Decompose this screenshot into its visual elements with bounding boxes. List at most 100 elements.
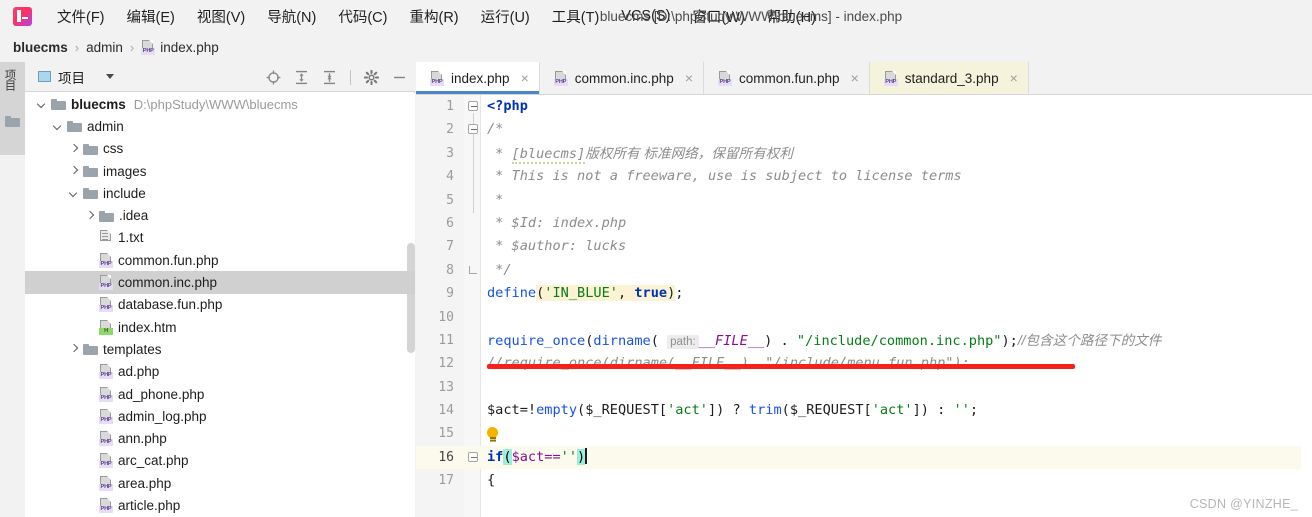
tree-row-ad-phone-php[interactable]: PHP ad_phone.php	[25, 383, 415, 405]
tree-row-common-fun-php[interactable]: PHP common.fun.php	[25, 249, 415, 271]
code-text: * $Id: index.php	[487, 214, 627, 231]
tree-item-label: 1.txt	[118, 230, 144, 246]
chevron-down-icon[interactable]	[53, 122, 62, 131]
const-file: __FILE__	[698, 332, 765, 349]
line-number: 3	[446, 145, 454, 161]
tree-row-include[interactable]: include	[25, 182, 415, 204]
string-act-1: 'act'	[667, 402, 708, 419]
chevron-right-icon[interactable]	[69, 345, 78, 354]
php-file-icon: PHP	[99, 275, 113, 291]
menu-window[interactable]: 窗口(W)	[681, 2, 755, 31]
gear-icon[interactable]	[364, 69, 379, 85]
code-line-1: 1 <?php	[416, 95, 1312, 118]
tab-standard-3-php[interactable]: PHP standard_3.php ×	[869, 62, 1029, 94]
comment-cn: 版权所有 标准网络，保留所有权利	[585, 145, 793, 161]
fold-marker-icon[interactable]	[468, 451, 478, 462]
minimize-icon[interactable]	[392, 70, 407, 85]
code-frag: ($_REQUEST[	[577, 402, 668, 419]
tab-common-fun-php[interactable]: PHP common.fun.php ×	[704, 62, 870, 94]
tree-row-article-php[interactable]: PHP article.php	[25, 494, 415, 516]
var-act-compare: $act==	[511, 448, 561, 465]
tree-row-idea[interactable]: .idea	[25, 204, 415, 226]
comment-cn-trailing: //包含这个路径下的文件	[1017, 332, 1162, 348]
code-editor[interactable]: 1 <?php 2 /* 3 * [bluecms]版权所有 标准网络，保留所有…	[416, 95, 1312, 517]
code-line-17: 17 {	[416, 469, 1312, 492]
tree-row-css[interactable]: css	[25, 138, 415, 160]
title-bar: 文件(F) 编辑(E) 视图(V) 导航(N) 代码(C) 重构(R) 运行(U…	[0, 0, 1312, 32]
string-act-2: 'act'	[871, 402, 913, 419]
tree-row-ad-php[interactable]: PHP ad.php	[25, 361, 415, 383]
menu-file[interactable]: 文件(F)	[46, 2, 116, 31]
tree-item-label: common.inc.php	[118, 275, 218, 291]
tree-item-label: templates	[103, 341, 162, 357]
paren-close-highlight: )	[577, 448, 586, 465]
php-file-icon: PHP	[883, 70, 898, 86]
php-file-icon: PHP	[99, 497, 113, 513]
chevron-right-icon[interactable]	[69, 144, 78, 153]
tree-item-label: .idea	[119, 208, 149, 224]
chevron-right-icon[interactable]	[69, 167, 78, 176]
tree-row-bluecms[interactable]: bluecms D:\phpStudy\WWW\bluecms	[25, 93, 415, 115]
php-file-icon: PHP	[99, 364, 113, 380]
fold-marker-icon[interactable]	[468, 101, 478, 111]
toolbar-divider	[350, 69, 351, 85]
code-frag: ]) ?	[707, 402, 749, 419]
chevron-down-icon[interactable]	[106, 74, 114, 79]
tree-row-ann-php[interactable]: PHP ann.php	[25, 427, 415, 449]
string-in-blue: 'IN_BLUE'	[544, 285, 618, 302]
tab-common-inc-php[interactable]: PHP common.inc.php ×	[540, 62, 704, 94]
project-tree[interactable]: bluecms D:\phpStudy\WWW\bluecms admin cs…	[25, 93, 415, 517]
chevron-right-icon[interactable]	[85, 211, 94, 220]
breadcrumb: bluecms › admin › PHP index.php	[0, 32, 1312, 62]
menu-navigate[interactable]: 导航(N)	[256, 2, 327, 31]
code-text: $act=!empty($_REQUEST['act']) ? trim($_R…	[487, 399, 978, 422]
project-panel-title-group[interactable]: 项目	[38, 67, 114, 87]
text-caret	[585, 447, 587, 464]
menu-help[interactable]: 帮助(H)	[756, 2, 827, 31]
breadcrumb-item-file[interactable]: PHP index.php	[141, 39, 219, 55]
tree-row-area-php[interactable]: PHP area.php	[25, 472, 415, 494]
chevron-down-icon[interactable]	[37, 100, 46, 109]
locate-target-icon[interactable]	[266, 70, 281, 85]
tree-row-admin-log-php[interactable]: PHP admin_log.php	[25, 405, 415, 427]
code-line-14: 14 $act=!empty($_REQUEST['act']) ? trim(…	[416, 399, 1312, 422]
tree-row-index-htm[interactable]: H index.htm	[25, 316, 415, 338]
fold-end-icon[interactable]	[469, 265, 477, 274]
menu-tools[interactable]: 工具(T)	[541, 2, 611, 31]
editor-scrollbar[interactable]	[1301, 95, 1312, 517]
tree-row-1txt[interactable]: 1.txt	[25, 227, 415, 249]
menu-view[interactable]: 视图(V)	[186, 2, 256, 31]
code-lines: 1 <?php 2 /* 3 * [bluecms]版权所有 标准网络，保留所有…	[416, 95, 1312, 493]
breadcrumb-item-folder[interactable]: admin	[86, 40, 123, 55]
php-file-icon: PHP	[99, 252, 113, 268]
code-line-13: 13	[416, 376, 1312, 399]
tree-row-common-inc-php[interactable]: PHP common.inc.php	[25, 271, 415, 294]
code-line-10: 10	[416, 306, 1312, 329]
tree-row-templates[interactable]: templates	[25, 338, 415, 360]
close-icon[interactable]: ×	[685, 71, 693, 85]
tree-row-arc-cat-php[interactable]: PHP arc_cat.php	[25, 450, 415, 472]
tab-index-php[interactable]: PHP index.php ×	[416, 62, 540, 94]
close-icon[interactable]: ×	[1010, 71, 1018, 85]
line-number: 9	[446, 286, 454, 302]
tree-row-database-fun-php[interactable]: PHP database.fun.php	[25, 294, 415, 316]
chevron-down-icon[interactable]	[69, 189, 78, 198]
close-icon[interactable]: ×	[851, 71, 859, 85]
menu-vcs[interactable]: VCS(S)	[610, 4, 681, 28]
menu-code[interactable]: 代码(C)	[327, 2, 398, 31]
text-file-icon	[99, 230, 113, 245]
breadcrumb-item-project[interactable]: bluecms	[13, 40, 68, 55]
close-icon[interactable]: ×	[521, 71, 529, 85]
collapse-all-icon[interactable]	[322, 70, 337, 85]
tree-row-admin[interactable]: admin	[25, 115, 415, 137]
tree-row-images[interactable]: images	[25, 160, 415, 182]
editor-area: PHP index.php × PHP common.inc.php × PHP…	[416, 62, 1312, 517]
menu-refactor[interactable]: 重构(R)	[398, 2, 469, 31]
fold-marker-icon[interactable]	[468, 124, 478, 135]
intention-bulb-icon[interactable]	[486, 427, 499, 441]
menu-edit[interactable]: 编辑(E)	[116, 2, 186, 31]
menu-run[interactable]: 运行(U)	[470, 2, 541, 31]
tree-item-label: area.php	[118, 475, 172, 491]
code-line-6: 6 * $Id: index.php	[416, 212, 1312, 235]
expand-all-icon[interactable]	[294, 70, 309, 85]
